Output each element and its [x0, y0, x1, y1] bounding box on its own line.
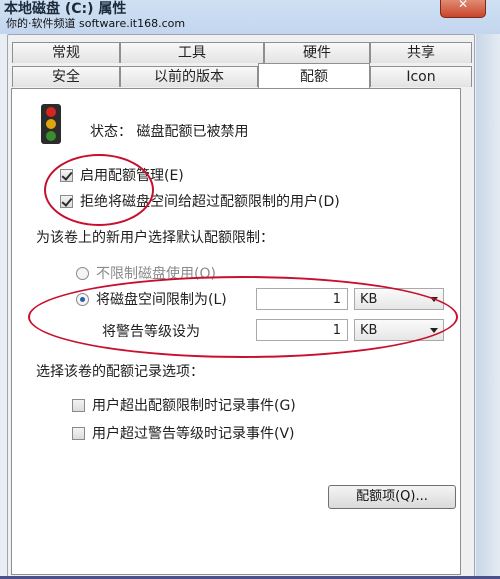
title-bar: 本地磁盘 (C:) 属性 你的·软件频道 software.it168.com … — [0, 0, 500, 34]
enable-quota-checkbox[interactable] — [60, 169, 73, 182]
limit-radio[interactable] — [76, 293, 89, 306]
window-edge — [476, 34, 500, 579]
warning-value-input[interactable]: 1 — [256, 319, 348, 341]
quota-entries-button[interactable]: 配额项(Q)... — [328, 485, 456, 509]
tab-tools[interactable]: 工具 — [120, 42, 264, 63]
log-warning-checkbox[interactable] — [72, 427, 85, 440]
tab-sharing[interactable]: 共享 — [370, 42, 472, 63]
quota-status: 状态： 磁盘配额已被禁用 — [90, 124, 249, 140]
quota-panel: 状态： 磁盘配额已被禁用 启用配额管理(E) 拒绝将磁盘空间给超过配额限制的用户… — [11, 88, 461, 575]
log-limit-checkbox[interactable] — [72, 399, 85, 412]
no-limit-label[interactable]: 不限制磁盘使用(O) — [96, 263, 216, 283]
log-warning-label[interactable]: 用户超过警告等级时记录事件(V) — [92, 423, 295, 443]
limit-unit-value: KB — [360, 292, 378, 307]
traffic-light-icon — [41, 104, 61, 144]
tab-icon[interactable]: Icon — [370, 66, 472, 87]
enable-quota-label[interactable]: 启用配额管理(E) — [80, 165, 184, 185]
close-button[interactable]: ✕ — [440, 0, 486, 18]
chevron-down-icon — [430, 297, 438, 302]
tab-security[interactable]: 安全 — [12, 66, 120, 87]
limit-unit-select[interactable]: KB — [354, 288, 444, 310]
watermark: 你的·软件频道 software.it168.com — [6, 17, 186, 30]
chevron-down-icon — [430, 328, 438, 333]
close-icon: ✕ — [457, 0, 469, 11]
no-limit-radio[interactable] — [76, 267, 89, 280]
tab-hardware[interactable]: 硬件 — [264, 42, 370, 63]
tab-previous-versions[interactable]: 以前的版本 — [120, 66, 258, 87]
warning-unit-value: KB — [360, 323, 378, 338]
log-limit-label[interactable]: 用户超出配额限制时记录事件(G) — [92, 395, 296, 415]
warning-unit-select[interactable]: KB — [354, 319, 444, 341]
logging-heading: 选择该卷的配额记录选项： — [36, 364, 204, 380]
tab-quota[interactable]: 配额 — [258, 63, 370, 88]
warning-label: 将警告等级设为 — [102, 324, 200, 340]
limit-label[interactable]: 将磁盘空间限制为(L) — [96, 289, 227, 309]
deny-space-checkbox[interactable] — [60, 195, 73, 208]
deny-space-label[interactable]: 拒绝将磁盘空间给超过配额限制的用户(D) — [80, 191, 340, 211]
default-limit-heading: 为该卷上的新用户选择默认配额限制： — [36, 230, 274, 246]
tab-general[interactable]: 常规 — [12, 42, 120, 63]
limit-value-input[interactable]: 1 — [256, 288, 348, 310]
